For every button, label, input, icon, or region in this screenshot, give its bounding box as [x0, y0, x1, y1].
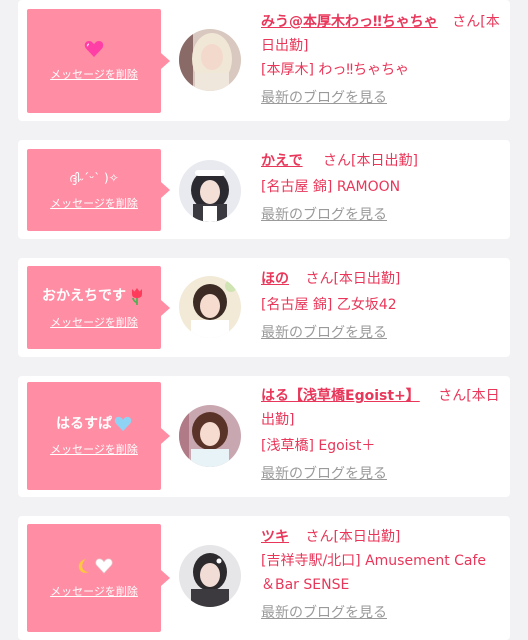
message-text	[75, 557, 113, 575]
cast-name-link[interactable]: ツキ	[261, 529, 289, 545]
avatar[interactable]	[179, 160, 241, 222]
message-bubble: おかえちです メッセージを削除	[27, 266, 170, 349]
message-bubble: メッセージを削除	[27, 9, 170, 113]
message-bubble: メッセージを削除	[27, 524, 170, 632]
attendance-status: さん[本日出勤]	[305, 529, 401, 545]
cast-name-link[interactable]: みう@本厚木わっ‼ちゃちゃ	[261, 14, 438, 30]
shop-name: [本厚木] わっ‼ちゃちゃ	[261, 62, 410, 78]
message-text: はるすぱ	[56, 415, 132, 433]
message-card: おかえちです メッセージを削除 ほの さん[本日出勤] [名古屋 錦] 乙女坂4…	[18, 258, 510, 357]
latest-blog-link[interactable]: 最新のブログを見る	[261, 462, 387, 486]
tulip-icon	[132, 287, 142, 305]
crescent-moon-icon	[78, 559, 89, 573]
message-text	[84, 40, 104, 58]
shop-name: [浅草橋] Egoist＋	[261, 438, 376, 454]
attendance-status: さん[本日出勤]	[323, 153, 418, 169]
message-card: はるすぱ メッセージを削除 はる【浅草橋Egoist+】 さん[本日出勤] [浅…	[18, 376, 510, 497]
message-bubble: ദ്ദി˶ˊᵕˋ )✧ メッセージを削除	[27, 149, 170, 231]
delete-message-link[interactable]: メッセージを削除	[50, 195, 138, 211]
white-heart-icon	[95, 558, 113, 574]
avatar[interactable]	[179, 405, 241, 467]
cast-name-link[interactable]: かえで	[261, 153, 303, 169]
avatar[interactable]	[179, 29, 241, 91]
latest-blog-link[interactable]: 最新のブログを見る	[261, 86, 387, 110]
avatar[interactable]	[179, 545, 241, 607]
shop-name: [名古屋 錦] RAMOON	[261, 179, 401, 195]
cast-name-link[interactable]: はる【浅草橋Egoist+】	[261, 388, 420, 404]
delete-message-link[interactable]: メッセージを削除	[50, 583, 138, 599]
shop-name: [名古屋 錦] 乙女坂42	[261, 297, 397, 313]
message-text: ദ്ദി˶ˊᵕˋ )✧	[69, 171, 119, 185]
shop-name: [吉祥寺駅/北口] Amusement Cafe ＆Bar SENSE	[261, 553, 487, 593]
latest-blog-link[interactable]: 最新のブログを見る	[261, 321, 387, 345]
cast-info: ツキ さん[本日出勤] [吉祥寺駅/北口] Amusement Cafe ＆Ba…	[261, 525, 501, 625]
light-blue-heart-icon	[114, 416, 132, 432]
message-text: おかえちです	[42, 286, 146, 306]
heart-icon	[84, 41, 104, 57]
avatar[interactable]	[179, 276, 241, 338]
message-bubble: はるすぱ メッセージを削除	[27, 382, 170, 490]
cast-name-link[interactable]: ほの	[261, 271, 289, 287]
cast-info: ほの さん[本日出勤] [名古屋 錦] 乙女坂42 最新のブログを見る	[261, 267, 501, 345]
cast-info: かえで さん[本日出勤] [名古屋 錦] RAMOON 最新のブログを見る	[261, 149, 501, 227]
cast-info: みう@本厚木わっ‼ちゃちゃ さん[本日出勤] [本厚木] わっ‼ちゃちゃ 最新の…	[261, 10, 501, 110]
message-card: メッセージを削除 みう@本厚木わっ‼ちゃちゃ さん[本日出勤] [本厚木] わっ…	[18, 0, 510, 121]
message-card: メッセージを削除 ツキ さん[本日出勤] [吉祥寺駅/北口] Amusement…	[18, 516, 510, 640]
latest-blog-link[interactable]: 最新のブログを見る	[261, 601, 387, 625]
latest-blog-link[interactable]: 最新のブログを見る	[261, 203, 387, 227]
message-card: ദ്ദി˶ˊᵕˋ )✧ メッセージを削除 かえで さん[本日出勤] [名古屋 錦…	[18, 140, 510, 239]
cast-info: はる【浅草橋Egoist+】 さん[本日出勤] [浅草橋] Egoist＋ 最新…	[261, 384, 501, 486]
delete-message-link[interactable]: メッセージを削除	[50, 441, 138, 457]
attendance-status: さん[本日出勤]	[305, 271, 401, 287]
delete-message-link[interactable]: メッセージを削除	[50, 314, 138, 330]
delete-message-link[interactable]: メッセージを削除	[50, 66, 138, 82]
